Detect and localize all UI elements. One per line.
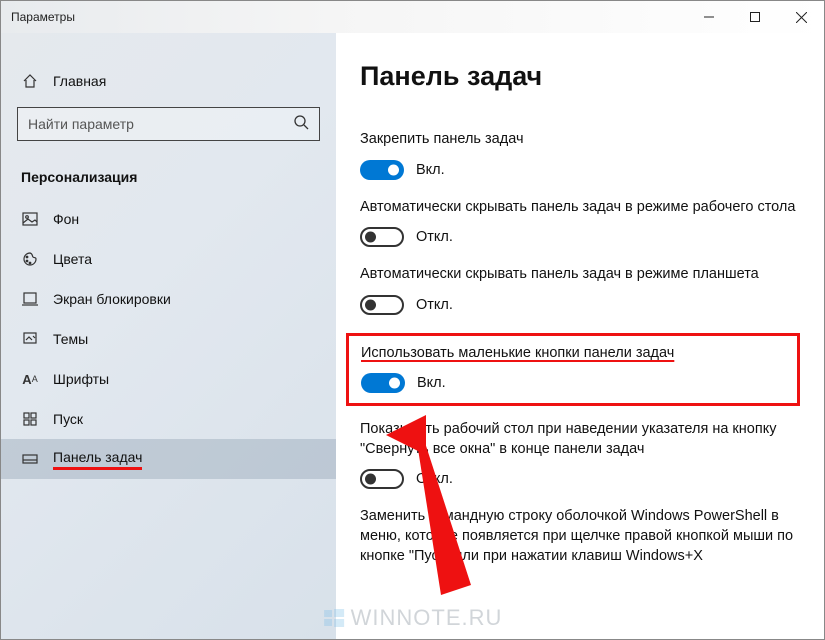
setting-label: Автоматически скрывать панель задач в ре… <box>360 198 800 218</box>
setting-peek-desktop: Показывать рабочий стол при наведении ук… <box>360 420 800 489</box>
annotation-highlight: Использовать маленькие кнопки панели зад… <box>346 333 800 407</box>
search-box[interactable] <box>17 107 320 141</box>
nav-home[interactable]: Главная <box>1 61 336 101</box>
setting-label: Показывать рабочий стол при наведении ук… <box>360 420 800 459</box>
toggle-state: Откл. <box>416 471 453 487</box>
sidebar: Главная Персонализация Фон Цвета Э <box>1 33 336 639</box>
start-icon <box>21 410 39 428</box>
toggle-state: Откл. <box>416 297 453 313</box>
toggle-state: Откл. <box>416 229 453 245</box>
search-input[interactable] <box>28 116 293 132</box>
main-panel: Панель задач Закрепить панель задач Вкл.… <box>336 33 824 639</box>
titlebar: Параметры <box>1 1 824 33</box>
window-title: Параметры <box>11 10 75 24</box>
toggle-small-buttons[interactable] <box>361 373 405 393</box>
home-icon <box>21 72 39 90</box>
picture-icon <box>21 210 39 228</box>
nav-label: Фон <box>53 211 79 227</box>
setting-label: Закрепить панель задач <box>360 130 800 150</box>
close-button[interactable] <box>778 1 824 33</box>
fonts-icon: AA <box>21 370 39 388</box>
lockscreen-icon <box>21 290 39 308</box>
minimize-button[interactable] <box>686 1 732 33</box>
palette-icon <box>21 250 39 268</box>
page-title: Панель задач <box>360 61 800 92</box>
nav-themes[interactable]: Темы <box>1 319 336 359</box>
setting-label: Использовать маленькие кнопки панели зад… <box>361 344 785 364</box>
setting-lock-taskbar: Закрепить панель задач Вкл. <box>360 130 800 180</box>
nav-label: Панель задач <box>53 449 142 470</box>
setting-label: Автоматически скрывать панель задач в ре… <box>360 265 800 285</box>
setting-autohide-tablet: Автоматически скрывать панель задач в ре… <box>360 265 800 315</box>
nav-label: Цвета <box>53 251 92 267</box>
nav-start[interactable]: Пуск <box>1 399 336 439</box>
toggle-state: Вкл. <box>417 375 446 391</box>
nav-taskbar[interactable]: Панель задач <box>1 439 336 479</box>
toggle-lock-taskbar[interactable] <box>360 160 404 180</box>
themes-icon <box>21 330 39 348</box>
nav-home-label: Главная <box>53 73 106 89</box>
nav-lockscreen[interactable]: Экран блокировки <box>1 279 336 319</box>
category-label: Персонализация <box>1 159 336 199</box>
window-controls <box>686 1 824 33</box>
nav-colors[interactable]: Цвета <box>1 239 336 279</box>
nav-label: Пуск <box>53 411 83 427</box>
toggle-state: Вкл. <box>416 162 445 178</box>
setting-powershell: Заменить командную строку оболочкой Wind… <box>360 507 800 566</box>
taskbar-icon <box>21 450 39 468</box>
nav-label: Темы <box>53 331 88 347</box>
search-icon <box>293 114 309 135</box>
toggle-autohide-desktop[interactable] <box>360 227 404 247</box>
nav-background[interactable]: Фон <box>1 199 336 239</box>
toggle-autohide-tablet[interactable] <box>360 295 404 315</box>
toggle-peek-desktop[interactable] <box>360 469 404 489</box>
nav-label: Экран блокировки <box>53 291 171 307</box>
maximize-button[interactable] <box>732 1 778 33</box>
setting-autohide-desktop: Автоматически скрывать панель задач в ре… <box>360 198 800 248</box>
setting-label: Заменить командную строку оболочкой Wind… <box>360 507 800 566</box>
nav-fonts[interactable]: AA Шрифты <box>1 359 336 399</box>
nav-label: Шрифты <box>53 371 109 387</box>
